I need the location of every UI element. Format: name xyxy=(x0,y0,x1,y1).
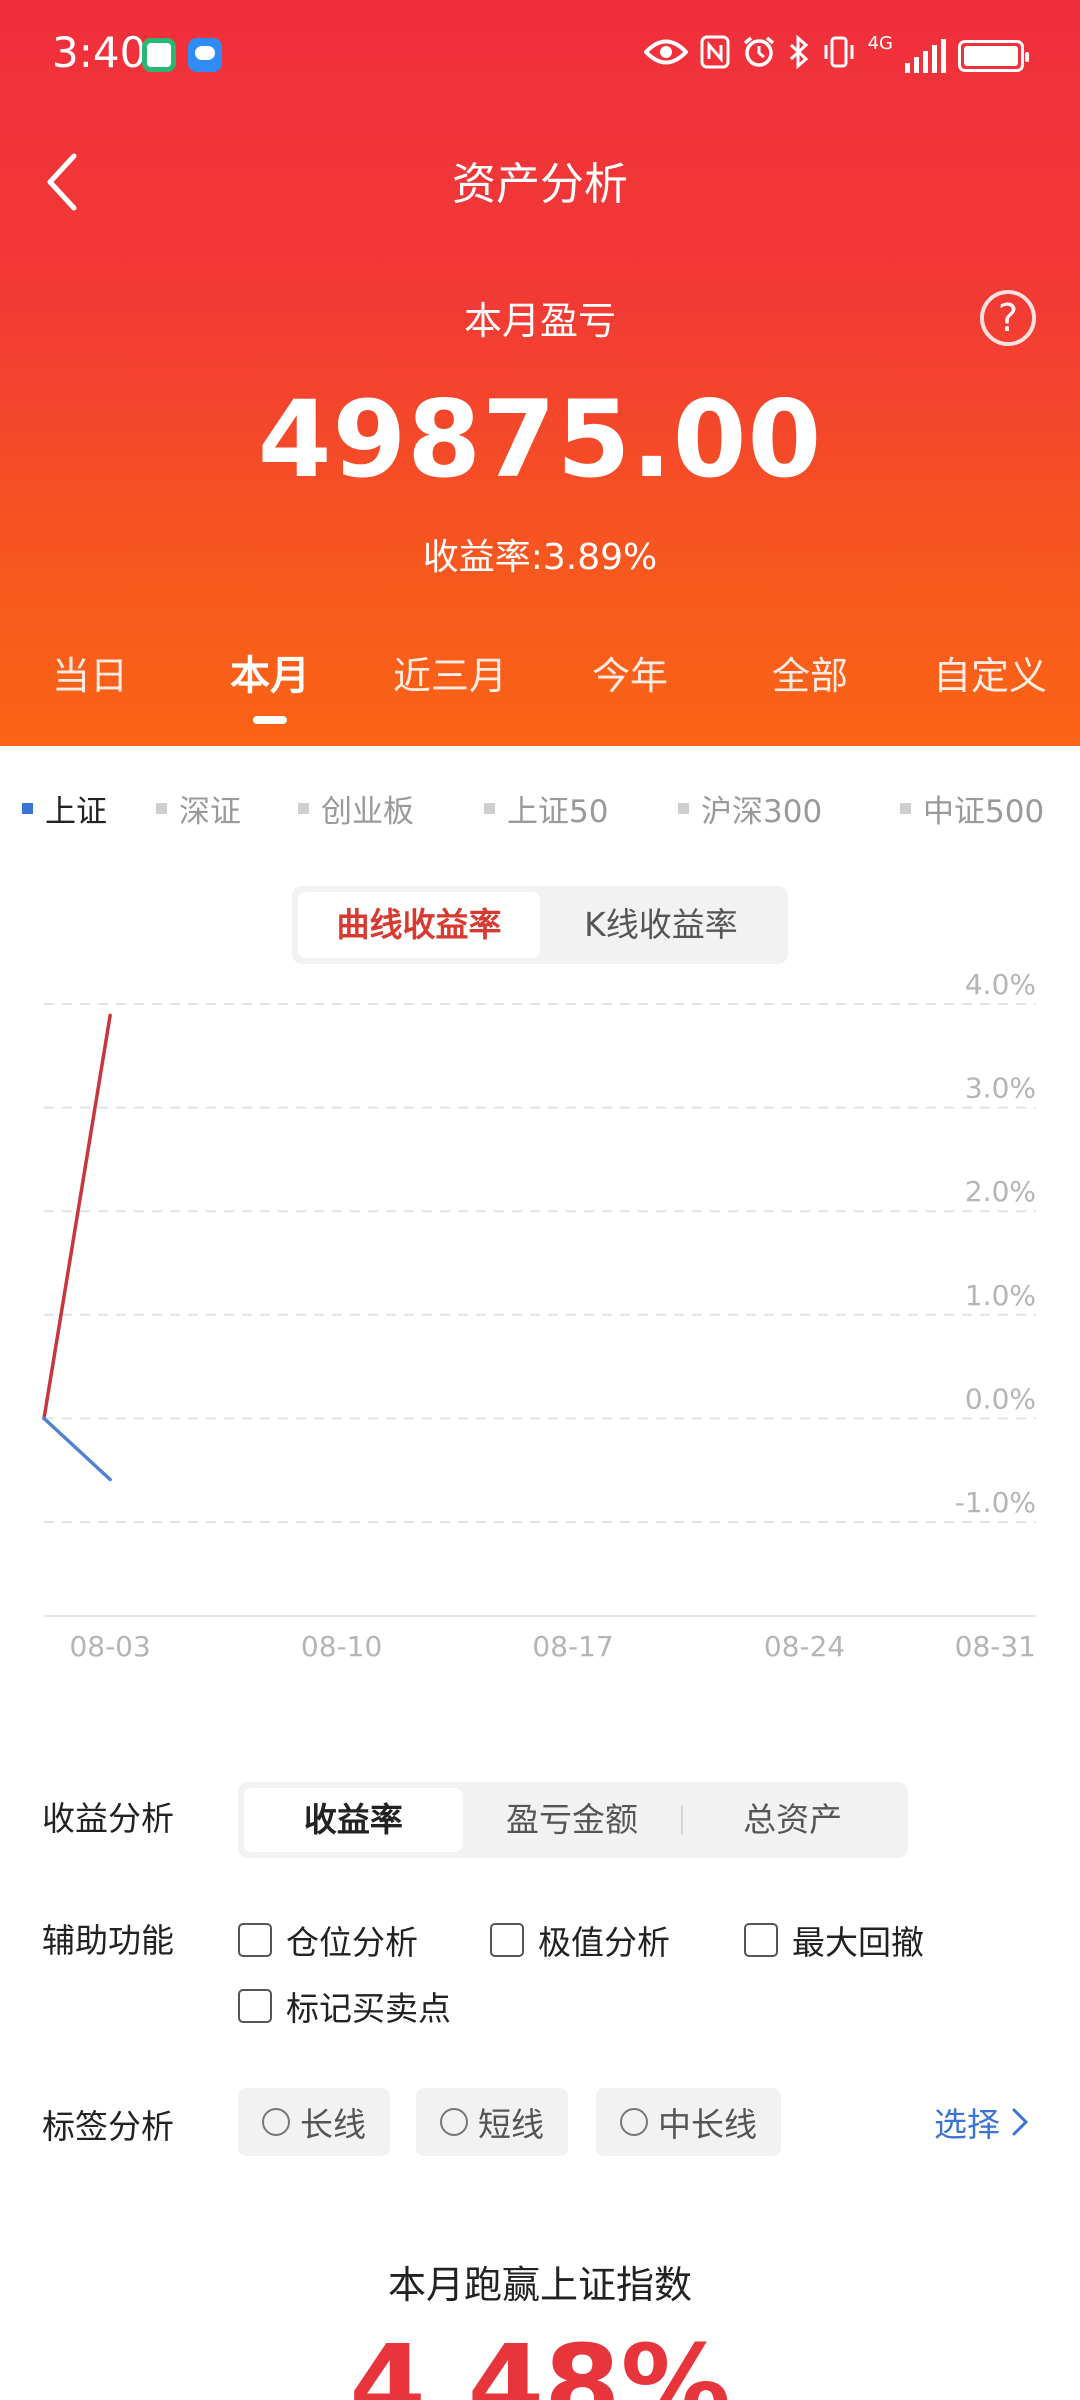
x-tick-label: 08-10 xyxy=(301,1630,382,1663)
tab-this-year[interactable]: 今年 xyxy=(540,640,720,720)
series-line-1 xyxy=(42,1416,112,1482)
x-tick-label: 08-03 xyxy=(69,1630,150,1663)
alarm-icon xyxy=(742,35,776,78)
tag-analysis-label: 标签分析 xyxy=(42,2107,174,2146)
x-tick-label: 08-17 xyxy=(532,1630,613,1663)
index-label: 沪深300 xyxy=(701,794,823,830)
tag-long-term[interactable]: 长线 xyxy=(238,2088,390,2156)
bank-app-icon xyxy=(142,38,176,72)
tag-medium-long-term[interactable]: 中长线 xyxy=(596,2088,781,2156)
index-shenzhen[interactable]: 深证 xyxy=(156,786,241,831)
message-app-icon xyxy=(188,38,222,72)
chevron-right-icon xyxy=(1012,2108,1029,2136)
income-analysis-label: 收益分析 xyxy=(42,1799,174,1838)
index-sse50[interactable]: 上证50 xyxy=(484,786,608,831)
curve-return-option[interactable]: 曲线收益率 xyxy=(298,892,540,958)
data-point xyxy=(109,1479,111,1481)
checkbox xyxy=(744,1923,778,1957)
radio xyxy=(262,2108,290,2136)
metric-profit-amount[interactable]: 盈亏金额 xyxy=(463,1788,682,1852)
data-point xyxy=(43,1417,45,1419)
tag-label: 短线 xyxy=(478,2105,544,2144)
series-line-0 xyxy=(42,1013,112,1421)
index-csi500[interactable]: 中证500 xyxy=(900,786,1044,831)
index-dot xyxy=(156,803,167,814)
eye-icon xyxy=(642,36,689,76)
checkbox xyxy=(238,1923,272,1957)
index-label: 创业板 xyxy=(321,794,414,830)
bluetooth-icon xyxy=(788,34,810,78)
metric-return-rate[interactable]: 收益率 xyxy=(244,1788,463,1852)
position-analysis-checkbox[interactable]: 仓位分析 xyxy=(238,1916,418,1964)
tab-all[interactable]: 全部 xyxy=(720,640,900,720)
vibrate-icon xyxy=(822,35,856,78)
y-tick-label: 2.0% xyxy=(965,1175,1036,1208)
checkbox-label: 最大回撤 xyxy=(792,1923,924,1962)
return-chart: 4.0% 3.0% 2.0% 1.0% 0.0% -1.0% 08-03 08-10 08-17… xyxy=(42,968,1036,1663)
checkbox-label: 标记买卖点 xyxy=(286,1989,451,2028)
x-tick-label: 08-24 xyxy=(764,1630,845,1663)
index-selector: 上证 深证 创业板 上证50 沪深300 中证500 xyxy=(0,786,1080,836)
tag-label: 中长线 xyxy=(658,2105,757,2144)
y-tick-label: 1.0% xyxy=(965,1279,1036,1312)
select-tag-link[interactable]: 选择 xyxy=(934,2098,1030,2146)
index-shanghai[interactable]: 上证 xyxy=(22,786,107,831)
tab-today[interactable]: 当日 xyxy=(0,640,180,720)
index-dot xyxy=(298,803,309,814)
select-label: 选择 xyxy=(934,2105,1000,2144)
y-tick-label: 4.0% xyxy=(965,968,1036,1001)
index-label: 中证500 xyxy=(923,794,1045,830)
radio xyxy=(620,2108,648,2136)
data-point xyxy=(109,1014,111,1016)
tab-three-months[interactable]: 近三月 xyxy=(360,640,540,720)
tab-custom[interactable]: 自定义 xyxy=(900,640,1080,720)
status-time: 3:40 xyxy=(52,28,147,77)
x-tick-label: 08-31 xyxy=(955,1630,1036,1663)
beat-index-title: 本月跑赢上证指数 xyxy=(387,2263,692,2307)
chart-type-toggle: 曲线收益率 K线收益率 xyxy=(292,886,788,964)
checkbox-label: 仓位分析 xyxy=(286,1923,418,1962)
y-tick-label: -1.0% xyxy=(955,1486,1036,1519)
page-title: 资产分析 xyxy=(452,159,628,210)
y-tick-label: 0.0% xyxy=(965,1382,1036,1415)
index-dot xyxy=(484,803,495,814)
profit-amount: 49875.00 xyxy=(257,378,823,501)
summary-label: 本月盈亏 xyxy=(463,299,616,343)
tag-label: 长线 xyxy=(300,2105,366,2144)
status-icons: 4G xyxy=(642,33,1029,78)
help-button[interactable]: ? xyxy=(980,290,1036,346)
index-label: 深证 xyxy=(179,794,241,830)
max-drawdown-checkbox[interactable]: 最大回撤 xyxy=(744,1916,924,1964)
kline-return-option[interactable]: K线收益率 xyxy=(540,892,782,958)
y-tick-label: 3.0% xyxy=(965,1072,1036,1105)
nfc-icon xyxy=(700,35,730,78)
tab-this-month[interactable]: 本月 xyxy=(180,640,360,724)
index-chinext[interactable]: 创业板 xyxy=(298,786,414,831)
period-tabs: 当日 本月 近三月 今年 全部 自定义 xyxy=(0,640,1080,724)
aux-function-label: 辅助功能 xyxy=(42,1921,174,1960)
beat-index-value: 4.48% xyxy=(349,2321,731,2400)
signal-icon xyxy=(905,39,946,73)
profit-rate: 收益率:3.89% xyxy=(422,537,658,578)
index-label: 上证 xyxy=(45,794,107,830)
checkbox xyxy=(490,1923,524,1957)
extreme-analysis-checkbox[interactable]: 极值分析 xyxy=(490,1916,670,1964)
checkbox xyxy=(238,1989,272,2023)
checkbox-label: 极值分析 xyxy=(538,1923,670,1962)
battery-icon xyxy=(958,40,1029,72)
status-bar: 3:40 4G xyxy=(0,0,1080,116)
index-dot xyxy=(678,803,689,814)
tag-short-term[interactable]: 短线 xyxy=(416,2088,568,2156)
metric-total-assets[interactable]: 总资产 xyxy=(683,1788,902,1852)
index-csi300[interactable]: 沪深300 xyxy=(678,786,822,831)
network-type: 4G xyxy=(867,33,893,54)
header-panel: 3:40 4G 资产分析 本月盈亏 ? 49875.00 收益率:3.89% 当… xyxy=(0,0,1080,746)
index-dot xyxy=(900,803,911,814)
metric-toggle: 收益率 盈亏金额 总资产 xyxy=(238,1782,908,1858)
radio xyxy=(440,2108,468,2136)
index-dot xyxy=(22,803,33,814)
mark-trades-checkbox[interactable]: 标记买卖点 xyxy=(238,1982,451,2030)
index-label: 上证50 xyxy=(507,794,609,830)
question-icon: ? xyxy=(997,296,1019,340)
